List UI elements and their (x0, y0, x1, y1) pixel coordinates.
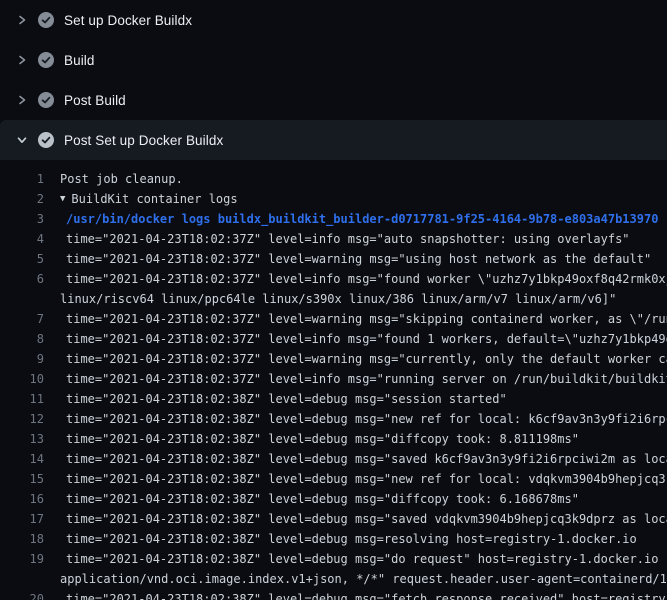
log-line: 17 time="2021-04-23T18:02:38Z" level=deb… (0, 509, 667, 529)
log-text: linux/riscv64 linux/ppc64le linux/s390x … (60, 289, 616, 309)
log-line: linux/riscv64 linux/ppc64le linux/s390x … (0, 289, 667, 309)
log-text: time="2021-04-23T18:02:37Z" level=warnin… (66, 249, 651, 269)
log-text: time="2021-04-23T18:02:38Z" level=debug … (66, 429, 579, 449)
log-line: 7 time="2021-04-23T18:02:37Z" level=warn… (0, 309, 667, 329)
check-circle-icon (38, 132, 54, 148)
section-header-post-set-up-docker-buildx[interactable]: Post Set up Docker Buildx (0, 120, 667, 160)
line-number[interactable]: 1 (0, 169, 44, 189)
line-number[interactable] (0, 289, 44, 309)
section-title: Build (64, 53, 95, 68)
log-line: 10 time="2021-04-23T18:02:37Z" level=inf… (0, 369, 667, 389)
line-number[interactable]: 20 (0, 589, 44, 600)
chevron-right-icon (12, 92, 32, 108)
log-text: time="2021-04-23T18:02:38Z" level=debug … (66, 449, 667, 469)
log-text: application/vnd.oci.image.index.v1+json,… (60, 569, 667, 589)
log-line: 13 time="2021-04-23T18:02:38Z" level=deb… (0, 429, 667, 449)
line-number[interactable]: 5 (0, 249, 44, 269)
log-line: 6 time="2021-04-23T18:02:37Z" level=info… (0, 269, 667, 289)
group-toggle-triangle-icon[interactable]: ▼ (60, 189, 65, 209)
line-number[interactable]: 14 (0, 449, 44, 469)
line-number[interactable]: 4 (0, 229, 44, 249)
log-text: time="2021-04-23T18:02:37Z" level=info m… (66, 329, 667, 349)
chevron-right-icon (12, 52, 32, 68)
log-line: 20 time="2021-04-23T18:02:38Z" level=deb… (0, 589, 667, 600)
log-line: 14 time="2021-04-23T18:02:38Z" level=deb… (0, 449, 667, 469)
line-number[interactable]: 2 (0, 189, 44, 209)
log-text: time="2021-04-23T18:02:38Z" level=debug … (66, 529, 637, 549)
section-title: Post Build (64, 93, 126, 108)
line-number[interactable]: 7 (0, 309, 44, 329)
log-line: 18 time="2021-04-23T18:02:38Z" level=deb… (0, 529, 667, 549)
log-text: Post job cleanup. (60, 169, 183, 189)
log-text: time="2021-04-23T18:02:38Z" level=debug … (66, 469, 667, 489)
line-number[interactable]: 17 (0, 509, 44, 529)
log-line: 1 Post job cleanup. (0, 169, 667, 189)
section-header-post-build[interactable]: Post Build (0, 80, 667, 120)
chevron-down-icon (12, 132, 32, 148)
log-line: 12 time="2021-04-23T18:02:38Z" level=deb… (0, 409, 667, 429)
log-line: 19 time="2021-04-23T18:02:38Z" level=deb… (0, 549, 667, 569)
log-text: time="2021-04-23T18:02:38Z" level=debug … (66, 389, 507, 409)
line-number[interactable]: 18 (0, 529, 44, 549)
log-line: application/vnd.oci.image.index.v1+json,… (0, 569, 667, 589)
log-line: 11 time="2021-04-23T18:02:38Z" level=deb… (0, 389, 667, 409)
log-text: time="2021-04-23T18:02:38Z" level=debug … (66, 549, 667, 569)
chevron-right-icon (12, 12, 32, 28)
section-header-set-up-docker-buildx[interactable]: Set up Docker Buildx (0, 0, 667, 40)
line-number[interactable]: 16 (0, 489, 44, 509)
log-line: 2 ▼ BuildKit container logs (0, 189, 667, 209)
log-line: 9 time="2021-04-23T18:02:37Z" level=warn… (0, 349, 667, 369)
line-number[interactable]: 9 (0, 349, 44, 369)
log-text: time="2021-04-23T18:02:38Z" level=debug … (66, 509, 667, 529)
line-number[interactable]: 3 (0, 209, 44, 229)
line-number[interactable]: 19 (0, 549, 44, 569)
line-number[interactable] (0, 569, 44, 589)
log-text: /usr/bin/docker logs buildx_buildkit_bui… (66, 209, 658, 229)
log-line: 5 time="2021-04-23T18:02:37Z" level=warn… (0, 249, 667, 269)
log-line: 8 time="2021-04-23T18:02:37Z" level=info… (0, 329, 667, 349)
workflow-log-viewer: Set up Docker Buildx Build Post Build Po… (0, 0, 667, 600)
check-circle-icon (38, 92, 54, 108)
check-circle-icon (38, 12, 54, 28)
section-header-build[interactable]: Build (0, 40, 667, 80)
log-line: 16 time="2021-04-23T18:02:38Z" level=deb… (0, 489, 667, 509)
log-text: time="2021-04-23T18:02:37Z" level=info m… (66, 269, 667, 289)
log-text: time="2021-04-23T18:02:37Z" level=info m… (66, 229, 630, 249)
line-number[interactable]: 10 (0, 369, 44, 389)
log-line: 4 time="2021-04-23T18:02:37Z" level=info… (0, 229, 667, 249)
log-line: 3 /usr/bin/docker logs buildx_buildkit_b… (0, 209, 667, 229)
check-circle-icon (38, 52, 54, 68)
log-text: time="2021-04-23T18:02:38Z" level=debug … (66, 589, 667, 600)
section-title: Set up Docker Buildx (64, 13, 192, 28)
log-text: time="2021-04-23T18:02:37Z" level=info m… (66, 369, 667, 389)
log-line: 15 time="2021-04-23T18:02:38Z" level=deb… (0, 469, 667, 489)
line-number[interactable]: 8 (0, 329, 44, 349)
line-number[interactable]: 13 (0, 429, 44, 449)
log-text: time="2021-04-23T18:02:37Z" level=warnin… (66, 349, 667, 369)
line-number[interactable]: 12 (0, 409, 44, 429)
log-lines: 1 Post job cleanup. 2 ▼ BuildKit contain… (0, 160, 667, 600)
line-number[interactable]: 6 (0, 269, 44, 289)
log-text: time="2021-04-23T18:02:37Z" level=warnin… (66, 309, 667, 329)
section-title: Post Set up Docker Buildx (64, 133, 223, 148)
line-number[interactable]: 15 (0, 469, 44, 489)
log-text: BuildKit container logs (71, 189, 237, 209)
log-text: time="2021-04-23T18:02:38Z" level=debug … (66, 489, 579, 509)
log-text: time="2021-04-23T18:02:38Z" level=debug … (66, 409, 667, 429)
line-number[interactable]: 11 (0, 389, 44, 409)
